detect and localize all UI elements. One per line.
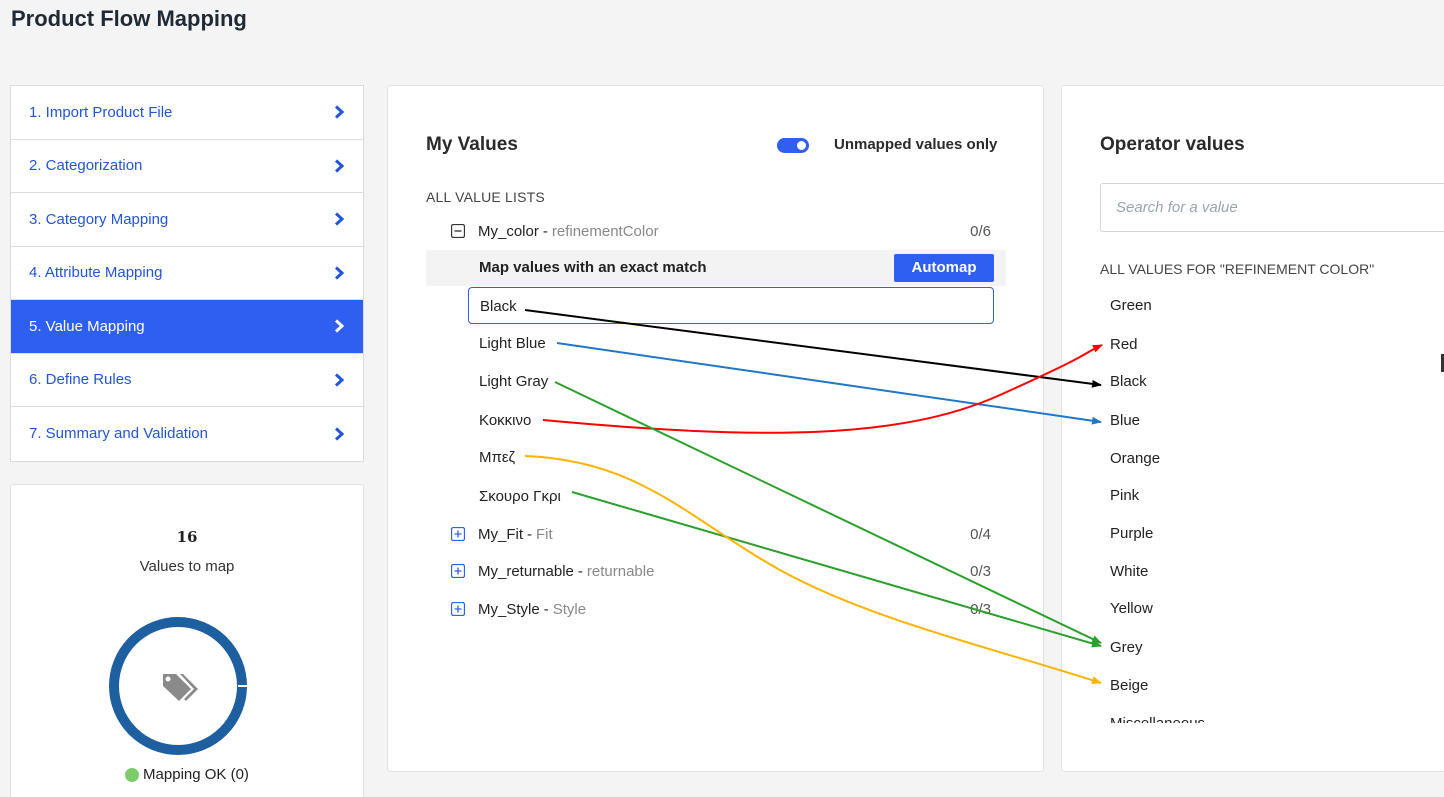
all-value-lists-label: ALL VALUE LISTS xyxy=(426,189,545,205)
value-item[interactable]: Light Blue xyxy=(479,335,546,352)
value-label: Black xyxy=(480,298,517,315)
value-group-my-color[interactable]: My_color - refinementColor 0/6 xyxy=(451,219,991,243)
value-group-my-fit[interactable]: My_Fit - Fit 0/4 xyxy=(451,522,991,546)
operator-value-item[interactable]: Purple xyxy=(1110,525,1153,542)
value-group-my-returnable[interactable]: My_returnable - returnable 0/3 xyxy=(451,559,991,583)
group-count: 0/3 xyxy=(970,600,991,618)
operator-value-item[interactable]: Miscellaneous xyxy=(1110,715,1205,723)
chevron-right-icon xyxy=(333,319,345,333)
operator-value-item[interactable]: Pink xyxy=(1110,487,1139,504)
group-attribute: refinementColor xyxy=(551,222,659,240)
unmapped-only-label: Unmapped values only xyxy=(834,136,998,153)
group-separator: - xyxy=(527,525,532,543)
my-values-title: My Values xyxy=(426,134,518,155)
operator-value-item[interactable]: Yellow xyxy=(1110,600,1153,617)
group-count: 0/4 xyxy=(970,525,991,543)
group-name: My_returnable xyxy=(478,562,574,580)
search-field[interactable] xyxy=(1100,183,1444,232)
operator-value-item[interactable]: Green xyxy=(1110,297,1152,314)
group-separator: - xyxy=(577,562,583,580)
exact-match-label: Map values with an exact match xyxy=(479,259,707,276)
progress-donut xyxy=(109,617,248,755)
group-attribute: Style xyxy=(552,600,587,618)
stats-card: 16 Values to map Mapping OK (0) xyxy=(10,484,364,797)
step-label: 6. Define Rules xyxy=(29,371,132,389)
step-import-product-file[interactable]: 1. Import Product File xyxy=(11,86,363,140)
group-separator: - xyxy=(543,600,549,618)
operator-values-panel: Operator values ALL VALUES FOR "REFINEME… xyxy=(1061,85,1444,772)
page-title: Product Flow Mapping xyxy=(11,6,247,31)
step-label: 3. Category Mapping xyxy=(29,210,169,228)
values-count-label: Values to map xyxy=(139,558,235,575)
my-values-panel: My Values Unmapped values only ALL VALUE… xyxy=(387,85,1044,772)
automap-button[interactable]: Automap xyxy=(894,254,994,282)
operator-value-item[interactable]: Grey xyxy=(1110,639,1143,656)
group-name: My_Style xyxy=(478,600,540,618)
value-item[interactable]: Μπεζ xyxy=(479,449,515,466)
operator-value-item[interactable]: Red xyxy=(1110,336,1138,353)
chevron-right-icon xyxy=(333,212,345,226)
operator-value-item[interactable]: Blue xyxy=(1110,412,1140,429)
step-summary-validation[interactable]: 7. Summary and Validation xyxy=(11,407,363,461)
group-attribute: Fit xyxy=(536,525,553,543)
step-label: 2. Categorization xyxy=(29,157,143,175)
exact-match-row: Map values with an exact match Automap xyxy=(426,250,1006,286)
group-count: 0/3 xyxy=(970,562,991,580)
search-input[interactable] xyxy=(1101,184,1444,231)
group-attribute: returnable xyxy=(586,562,655,580)
mapping-status: Mapping OK (0) xyxy=(11,766,363,783)
mapping-status-label: Mapping OK (0) xyxy=(143,766,249,783)
step-categorization[interactable]: 2. Categorization xyxy=(11,140,363,193)
expand-icon[interactable] xyxy=(451,602,465,616)
step-label: 4. Attribute Mapping xyxy=(29,264,163,282)
step-label: 1. Import Product File xyxy=(29,103,173,121)
step-value-mapping[interactable]: 5. Value Mapping xyxy=(11,300,363,354)
expand-icon[interactable] xyxy=(451,527,465,541)
chevron-right-icon xyxy=(333,427,345,441)
operator-value-item[interactable]: Beige xyxy=(1110,677,1148,694)
operator-value-list: Green Red Black Blue Orange Pink Purple … xyxy=(1110,287,1444,723)
chevron-right-icon xyxy=(333,266,345,280)
step-label: 7. Summary and Validation xyxy=(29,425,208,443)
value-item[interactable]: Σκουρο Γκρι xyxy=(479,488,561,505)
unmapped-only-toggle[interactable] xyxy=(777,138,809,153)
refinement-color-values-label: ALL VALUES FOR "REFINEMENT COLOR" xyxy=(1100,261,1375,277)
step-category-mapping[interactable]: 3. Category Mapping xyxy=(11,193,363,247)
step-label: 5. Value Mapping xyxy=(29,317,145,335)
collapse-icon[interactable] xyxy=(451,224,465,238)
expand-icon[interactable] xyxy=(451,564,465,578)
operator-value-item[interactable]: Black xyxy=(1110,373,1147,390)
value-group-my-style[interactable]: My_Style - Style 0/3 xyxy=(451,597,991,621)
status-dot-icon xyxy=(125,767,140,782)
tag-icon xyxy=(163,674,198,701)
toggle-knob xyxy=(797,141,806,150)
operator-value-item[interactable]: Orange xyxy=(1110,450,1160,467)
group-name: My_color xyxy=(478,222,539,240)
chevron-right-icon xyxy=(333,373,345,387)
chevron-right-icon xyxy=(333,159,345,173)
step-attribute-mapping[interactable]: 4. Attribute Mapping xyxy=(11,247,363,300)
operator-values-title: Operator values xyxy=(1100,134,1245,155)
value-item[interactable]: Light Gray xyxy=(479,373,548,390)
steps-nav: 1. Import Product File 2. Categorization… xyxy=(10,85,364,462)
value-item[interactable]: Κοκκινο xyxy=(479,412,531,429)
operator-value-item[interactable]: White xyxy=(1110,563,1148,580)
group-count: 0/6 xyxy=(970,222,991,240)
step-define-rules[interactable]: 6. Define Rules xyxy=(11,354,363,407)
group-name: My_Fit xyxy=(478,525,523,543)
group-separator: - xyxy=(542,222,548,240)
value-item-selected[interactable]: Black xyxy=(468,287,994,324)
chevron-right-icon xyxy=(333,105,345,119)
values-count: 16 xyxy=(176,528,198,546)
